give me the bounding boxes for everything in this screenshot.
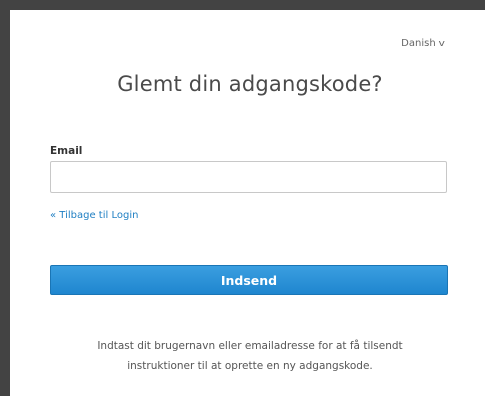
window-top-border bbox=[0, 0, 485, 10]
help-text-line-2: instruktioner til at oprette en ny adgan… bbox=[127, 360, 373, 372]
page-title: Glemt din adgangskode? bbox=[117, 72, 383, 96]
language-selector-label: Danish bbox=[401, 38, 436, 49]
email-field[interactable] bbox=[50, 161, 447, 193]
window-left-border bbox=[0, 0, 10, 396]
help-text: Indtast dit brugernavn eller emailadress… bbox=[40, 336, 460, 376]
login-window: Danish v Glemt din adgangskode? Email « … bbox=[0, 0, 485, 396]
email-label: Email bbox=[50, 145, 83, 157]
submit-button[interactable]: Indsend bbox=[50, 265, 448, 295]
chevron-down-icon: v bbox=[438, 38, 445, 49]
language-selector[interactable]: Danish v bbox=[401, 38, 444, 49]
back-to-login-link[interactable]: « Tilbage til Login bbox=[50, 210, 138, 221]
help-text-line-1: Indtast dit brugernavn eller emailadress… bbox=[97, 340, 403, 352]
